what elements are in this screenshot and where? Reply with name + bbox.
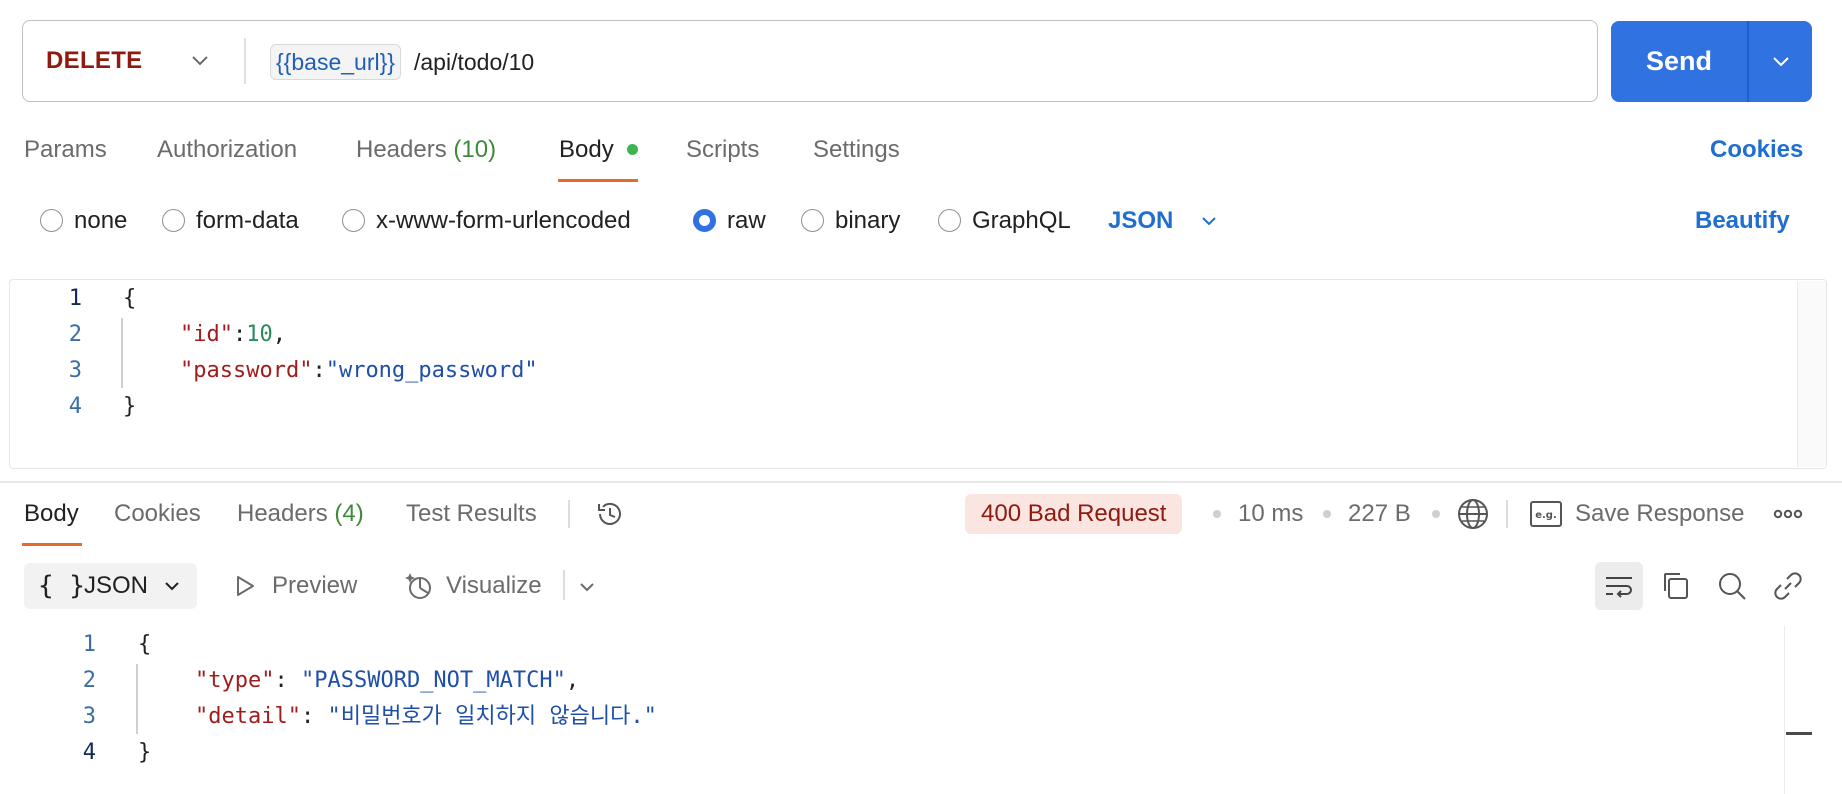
link-icon[interactable]	[1772, 570, 1804, 602]
visualize-icon[interactable]	[404, 570, 436, 602]
active-tab-underline	[558, 179, 638, 182]
json-key: "password"	[180, 358, 313, 383]
json-key: "detail"	[195, 704, 301, 729]
save-response-button[interactable]: Save Response	[1575, 496, 1744, 532]
visualize-button[interactable]: Visualize	[446, 568, 542, 604]
radio-raw[interactable]	[693, 209, 716, 232]
send-label[interactable]: Send	[1611, 21, 1747, 102]
tab-settings[interactable]: Settings	[813, 132, 900, 168]
response-tab-headers[interactable]: Headers (4)	[237, 496, 364, 532]
code-brace-close: }	[138, 740, 152, 765]
json-value: 10	[246, 322, 273, 347]
json-key: "type"	[195, 668, 275, 693]
chevron-down-icon[interactable]	[161, 575, 183, 597]
code-brace-open: {	[123, 286, 137, 311]
search-icon[interactable]	[1716, 570, 1748, 602]
tab-scripts[interactable]: Scripts	[686, 132, 759, 168]
chevron-down-icon[interactable]	[188, 46, 212, 76]
scrollbar-thumb[interactable]	[1786, 732, 1812, 735]
json-value: "wrong_password"	[325, 358, 538, 383]
code-brace-open: {	[138, 632, 152, 657]
wrap-lines-icon[interactable]	[1603, 570, 1635, 602]
more-options-icon[interactable]	[1772, 505, 1804, 523]
chevron-down-icon[interactable]	[576, 576, 598, 598]
pane-divider[interactable]	[0, 481, 1842, 483]
response-tab-cookies[interactable]: Cookies	[114, 496, 201, 532]
tab-params[interactable]: Params	[24, 132, 107, 168]
line-number: 1	[82, 632, 96, 657]
code-line-password: "password":"wrong_password"	[180, 358, 538, 383]
line-number: 2	[82, 668, 96, 693]
url-bar[interactable]	[22, 20, 1598, 102]
preview-button[interactable]: Preview	[272, 568, 357, 604]
radio-binary[interactable]	[801, 209, 824, 232]
response-tab-test-results[interactable]: Test Results	[406, 496, 537, 532]
example-icon[interactable]: e.g.	[1530, 501, 1562, 527]
line-number: 2	[68, 322, 82, 347]
svg-text:e.g.: e.g.	[1535, 510, 1557, 521]
line-number: 1	[68, 286, 82, 311]
radio-label-graphql[interactable]: GraphQL	[972, 204, 1071, 238]
copy-icon[interactable]	[1660, 570, 1692, 602]
headers-count: (10)	[453, 136, 497, 163]
radio-label-form-data[interactable]: form-data	[196, 204, 299, 238]
line-number: 3	[82, 704, 96, 729]
tab-headers[interactable]: Headers (10)	[356, 132, 496, 168]
response-editor-scrollbar[interactable]	[1784, 626, 1820, 794]
body-modified-indicator	[627, 144, 638, 155]
tab-authorization[interactable]: Authorization	[157, 132, 297, 168]
radio-label-none[interactable]: none	[74, 204, 127, 238]
globe-icon[interactable]	[1456, 497, 1490, 531]
active-tab-underline	[22, 543, 82, 546]
chevron-down-icon[interactable]	[1768, 48, 1794, 74]
json-key: "id"	[180, 322, 233, 347]
play-icon[interactable]	[232, 573, 258, 599]
radio-form-data[interactable]	[162, 209, 185, 232]
separator-dot	[1432, 510, 1440, 518]
radio-graphql[interactable]	[938, 209, 961, 232]
response-headers-count: (4)	[334, 500, 364, 527]
chevron-down-icon[interactable]	[1198, 210, 1220, 232]
line-number: 4	[82, 740, 96, 765]
response-time[interactable]: 10 ms	[1238, 496, 1303, 532]
request-editor-scrollbar[interactable]	[1797, 281, 1826, 467]
separator-dot	[1323, 510, 1331, 518]
code-line-type: "type": "PASSWORD_NOT_MATCH",	[195, 668, 580, 693]
method-select[interactable]: DELETE	[46, 43, 142, 79]
line-number: 4	[68, 394, 82, 419]
status-badge[interactable]: 400 Bad Request	[965, 494, 1183, 534]
radio-label-raw[interactable]: raw	[727, 204, 766, 238]
response-tab-headers-label: Headers	[237, 500, 328, 527]
response-tab-body[interactable]: Body	[24, 496, 79, 532]
separator-dot	[1213, 510, 1221, 518]
json-value: "PASSWORD_NOT_MATCH"	[300, 668, 566, 693]
tab-headers-label: Headers	[356, 136, 447, 163]
send-divider	[1747, 21, 1749, 102]
response-size[interactable]: 227 B	[1348, 496, 1411, 532]
response-format-label[interactable]: JSON	[84, 568, 148, 604]
toolbar-divider	[563, 570, 565, 600]
url-input[interactable]: /api/todo/10	[414, 44, 534, 80]
url-variable[interactable]: {{base_url}}	[270, 44, 401, 80]
braces-icon: { }	[38, 571, 85, 601]
radio-urlencoded[interactable]	[342, 209, 365, 232]
toolbar-divider	[1506, 500, 1508, 528]
line-number: 3	[68, 358, 82, 383]
code-brace-close: }	[123, 394, 137, 419]
indent-guide	[136, 664, 138, 734]
radio-none[interactable]	[40, 209, 63, 232]
json-value: "비밀번호가 일치하지 않습니다."	[327, 704, 657, 729]
code-line-detail: "detail": "비밀번호가 일치하지 않습니다."	[195, 704, 657, 729]
raw-format-select[interactable]: JSON	[1108, 204, 1173, 238]
history-icon[interactable]	[594, 498, 626, 530]
radio-label-urlencoded[interactable]: x-www-form-urlencoded	[376, 204, 631, 238]
toolbar-divider	[568, 500, 570, 528]
url-divider	[244, 38, 246, 84]
tab-body[interactable]: Body	[559, 132, 614, 168]
cookies-link[interactable]: Cookies	[1710, 132, 1803, 168]
code-line-id: "id":10,	[180, 322, 286, 347]
radio-label-binary[interactable]: binary	[835, 204, 900, 238]
beautify-button[interactable]: Beautify	[1695, 204, 1790, 238]
indent-guide	[121, 318, 123, 388]
